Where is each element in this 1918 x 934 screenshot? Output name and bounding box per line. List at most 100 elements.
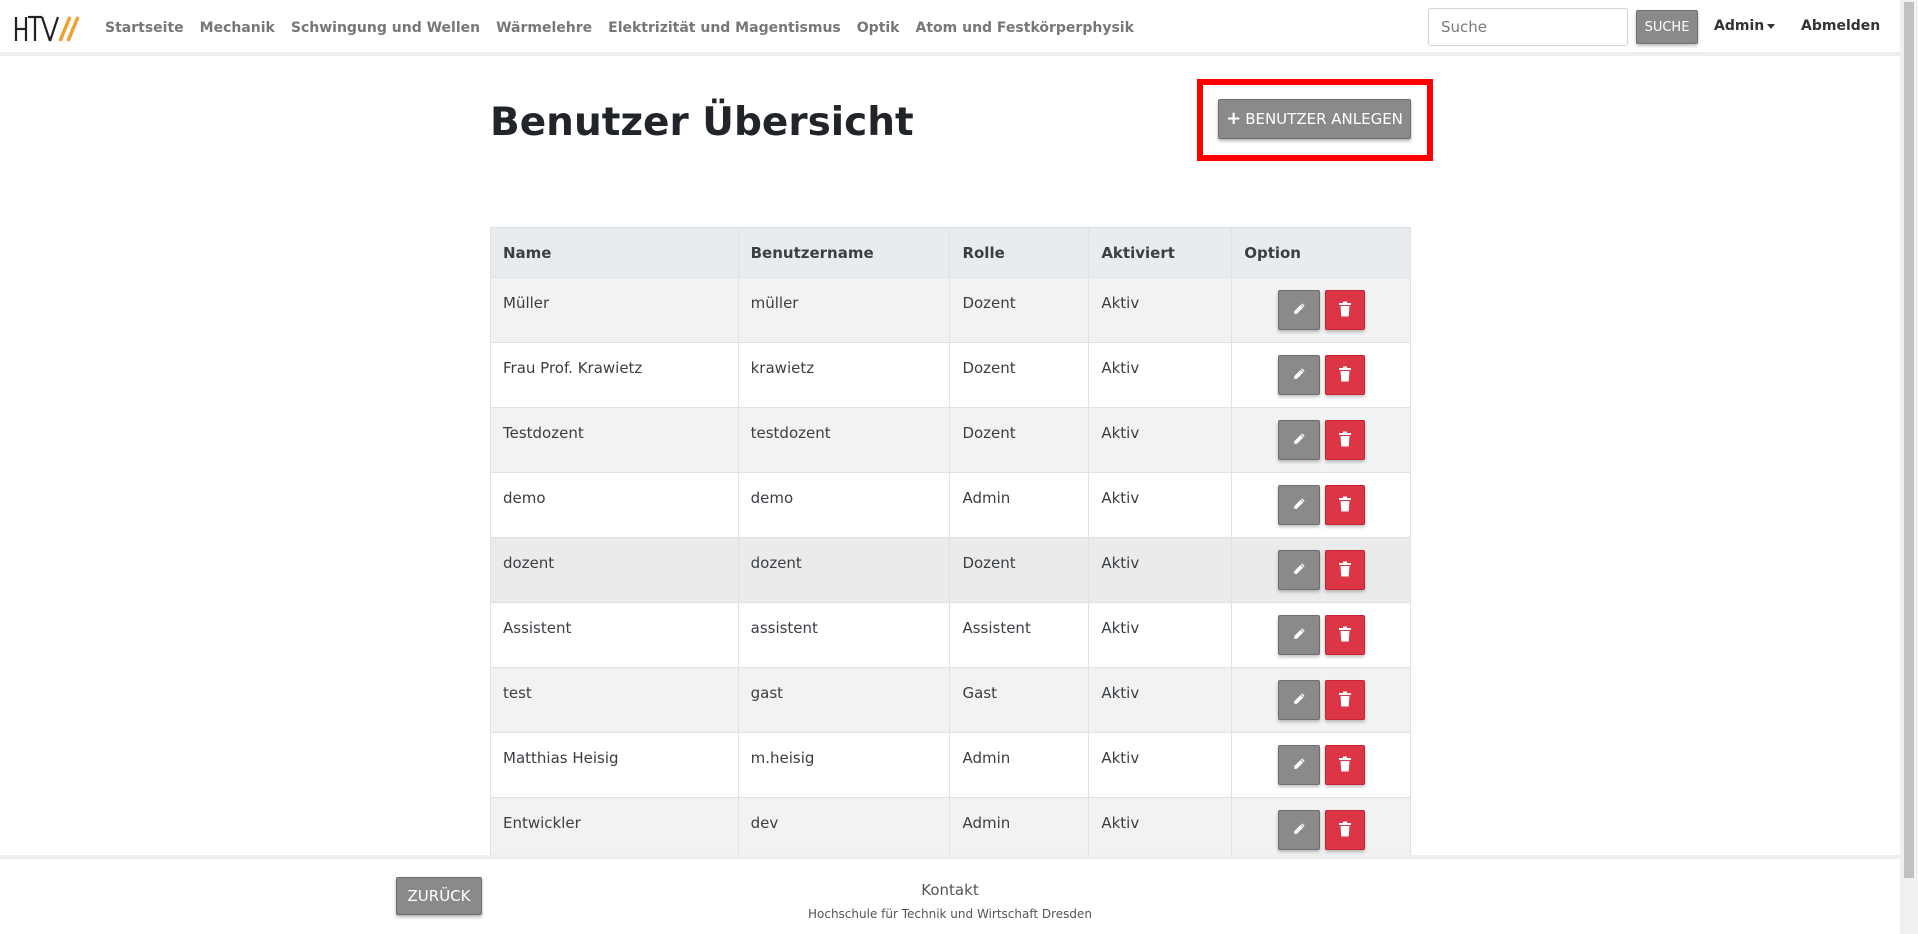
row-actions bbox=[1232, 485, 1410, 525]
page-scrollbar[interactable] bbox=[1900, 0, 1918, 934]
search-button[interactable]: SUCHE bbox=[1636, 10, 1698, 44]
cell-option bbox=[1231, 472, 1411, 538]
add-user-button[interactable]: + BENUTZER ANLEGEN bbox=[1218, 99, 1411, 139]
edit-user-button[interactable] bbox=[1277, 420, 1320, 460]
table-row: Testdozent testdozent Dozent Aktiv bbox=[490, 407, 1411, 473]
cell-name: demo bbox=[490, 472, 739, 538]
edit-user-button[interactable] bbox=[1277, 550, 1320, 590]
cell-active: Aktiv bbox=[1088, 342, 1233, 408]
plus-icon: + bbox=[1226, 108, 1242, 129]
table-body: Müller müller Dozent Aktiv Frau Prof. Krawie… bbox=[490, 277, 1411, 863]
trash-icon bbox=[1338, 756, 1352, 775]
row-actions bbox=[1232, 550, 1410, 590]
cell-role: Dozent bbox=[949, 537, 1090, 603]
cell-active: Aktiv bbox=[1088, 797, 1233, 863]
edit-user-button[interactable] bbox=[1277, 290, 1320, 330]
footer-organization: Hochschule für Technik und Wirtschaft Dr… bbox=[807, 907, 1093, 921]
pencil-icon bbox=[1292, 562, 1306, 579]
pencil-icon bbox=[1292, 367, 1306, 384]
add-user-button-label: BENUTZER ANLEGEN bbox=[1245, 110, 1403, 128]
edit-user-button[interactable] bbox=[1277, 680, 1320, 720]
user-table: Name Benutzername Rolle Aktiviert Option… bbox=[490, 227, 1411, 863]
cell-username: testdozent bbox=[737, 407, 951, 473]
trash-icon bbox=[1338, 366, 1352, 385]
cell-option bbox=[1231, 732, 1411, 798]
row-actions bbox=[1232, 420, 1410, 460]
column-header-option: Option bbox=[1231, 227, 1411, 278]
delete-user-button[interactable] bbox=[1324, 420, 1365, 460]
cell-username: krawietz bbox=[737, 342, 951, 408]
logout-link[interactable]: Abmelden bbox=[1801, 18, 1880, 34]
cell-name: test bbox=[490, 667, 739, 733]
cell-role: Dozent bbox=[949, 407, 1090, 473]
cell-active: Aktiv bbox=[1088, 732, 1233, 798]
delete-user-button[interactable] bbox=[1324, 485, 1365, 525]
row-actions bbox=[1232, 745, 1410, 785]
cell-role: Admin bbox=[949, 732, 1090, 798]
cell-active: Aktiv bbox=[1088, 472, 1233, 538]
pencil-icon bbox=[1292, 822, 1306, 839]
cell-option bbox=[1231, 277, 1411, 343]
edit-user-button[interactable] bbox=[1277, 745, 1320, 785]
delete-user-button[interactable] bbox=[1324, 550, 1365, 590]
column-header-username: Benutzername bbox=[737, 227, 951, 278]
cell-role: Admin bbox=[949, 472, 1090, 538]
delete-user-button[interactable] bbox=[1324, 810, 1365, 850]
cell-name: Assistent bbox=[490, 602, 739, 668]
cell-role: Dozent bbox=[949, 342, 1090, 408]
cell-active: Aktiv bbox=[1088, 537, 1233, 603]
delete-user-button[interactable] bbox=[1324, 745, 1365, 785]
table-row: Frau Prof. Krawietz krawietz Dozent Aktiv bbox=[490, 342, 1411, 408]
pencil-icon bbox=[1292, 757, 1306, 774]
nav-link-optik[interactable]: Optik bbox=[857, 20, 900, 36]
nav-link-mechanik[interactable]: Mechanik bbox=[200, 20, 275, 36]
edit-user-button[interactable] bbox=[1277, 485, 1320, 525]
admin-dropdown[interactable]: Admin bbox=[1714, 18, 1776, 34]
cell-username: m.heisig bbox=[737, 732, 951, 798]
cell-username: dozent bbox=[737, 537, 951, 603]
table-header-row: Name Benutzername Rolle Aktiviert Option bbox=[490, 227, 1411, 278]
pencil-icon bbox=[1292, 627, 1306, 644]
row-actions bbox=[1232, 680, 1410, 720]
pencil-icon bbox=[1292, 497, 1306, 514]
delete-user-button[interactable] bbox=[1324, 680, 1365, 720]
cell-option bbox=[1231, 602, 1411, 668]
nav-link-waermelehre[interactable]: Wärmelehre bbox=[496, 20, 592, 36]
top-navbar: Startseite Mechanik Schwingung und Welle… bbox=[0, 0, 1900, 56]
edit-user-button[interactable] bbox=[1277, 810, 1320, 850]
cell-username: müller bbox=[737, 277, 951, 343]
trash-icon bbox=[1338, 496, 1352, 515]
row-actions bbox=[1232, 290, 1410, 330]
pencil-icon bbox=[1292, 432, 1306, 449]
edit-user-button[interactable] bbox=[1277, 615, 1320, 655]
delete-user-button[interactable] bbox=[1324, 355, 1365, 395]
table-row: Müller müller Dozent Aktiv bbox=[490, 277, 1411, 343]
cell-role: Dozent bbox=[949, 277, 1090, 343]
cell-name: Entwickler bbox=[490, 797, 739, 863]
cell-name: dozent bbox=[490, 537, 739, 603]
scrollbar-thumb[interactable] bbox=[1904, 2, 1914, 878]
cell-active: Aktiv bbox=[1088, 277, 1233, 343]
edit-user-button[interactable] bbox=[1277, 355, 1320, 395]
pencil-icon bbox=[1292, 302, 1306, 319]
delete-user-button[interactable] bbox=[1324, 290, 1365, 330]
cell-role: Assistent bbox=[949, 602, 1090, 668]
trash-icon bbox=[1338, 431, 1352, 450]
cell-name: Testdozent bbox=[490, 407, 739, 473]
cell-active: Aktiv bbox=[1088, 667, 1233, 733]
nav-link-elektrizitaet[interactable]: Elektrizität und Magentismus bbox=[608, 20, 841, 36]
delete-user-button[interactable] bbox=[1324, 615, 1365, 655]
table-row: test gast Gast Aktiv bbox=[490, 667, 1411, 733]
footer-contact-link[interactable]: Kontakt bbox=[0, 881, 1900, 899]
trash-icon bbox=[1338, 301, 1352, 320]
search-input[interactable] bbox=[1428, 8, 1628, 46]
nav-link-schwingung-und-wellen[interactable]: Schwingung und Wellen bbox=[291, 20, 480, 36]
nav-link-startseite[interactable]: Startseite bbox=[105, 20, 184, 36]
trash-icon bbox=[1338, 561, 1352, 580]
cell-option bbox=[1231, 537, 1411, 603]
htw-logo[interactable] bbox=[14, 14, 80, 44]
cell-name: Müller bbox=[490, 277, 739, 343]
cell-role: Admin bbox=[949, 797, 1090, 863]
nav-link-atom-festkoerper[interactable]: Atom und Festkörperphysik bbox=[916, 20, 1134, 36]
row-actions bbox=[1232, 615, 1410, 655]
